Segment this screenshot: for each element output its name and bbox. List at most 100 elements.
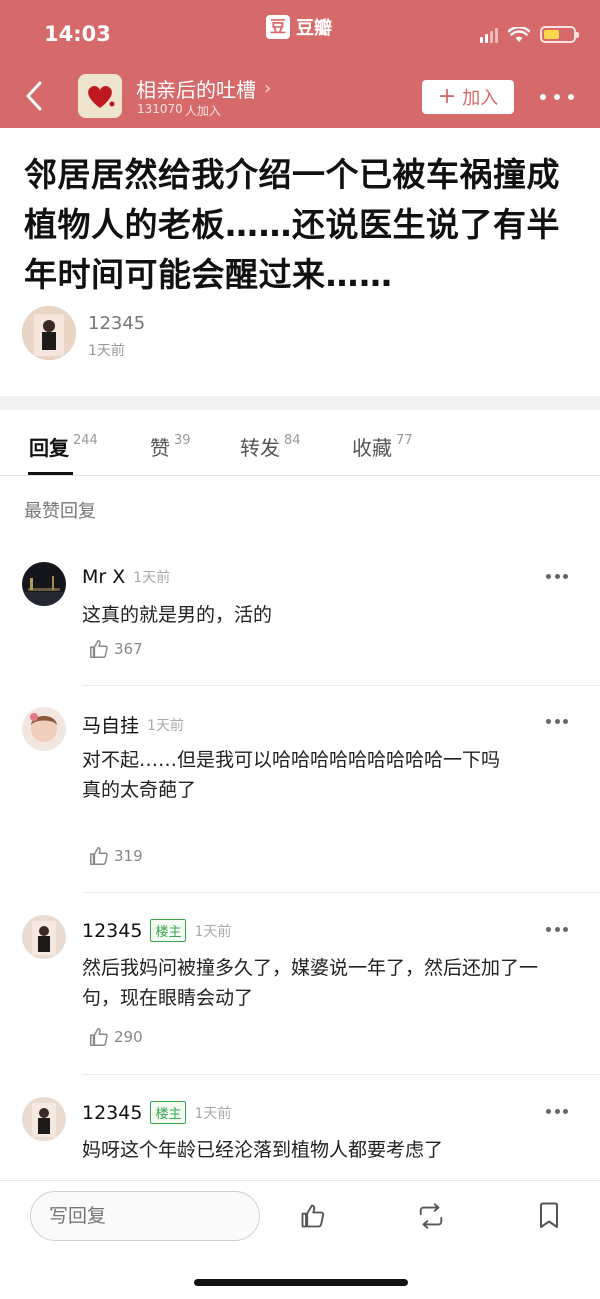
tab-label: 赞 [150, 436, 170, 460]
comment-divider [82, 1074, 600, 1075]
status-app-indicator: 豆 豆瓣 [266, 14, 332, 40]
commenter-name[interactable]: 马自挂 [82, 711, 139, 738]
section-separator [0, 396, 600, 410]
comment-header: 12345 楼主 1天前 [82, 1101, 231, 1124]
comment-time: 1天前 [147, 717, 184, 734]
group-name-link[interactable]: 相亲后的吐槽 › [136, 74, 271, 103]
comment-item: 马自挂 1天前 对不起……但是我可以哈哈哈哈哈哈哈哈哈一下吗 真的太奇葩了 31… [0, 707, 600, 893]
comment-time: 1天前 [194, 923, 232, 940]
tab-label: 回复 [29, 436, 69, 460]
comment-divider [82, 892, 600, 893]
bottom-action-bar [0, 1180, 600, 1299]
top-header: 14:03 豆 豆瓣 相亲后的吐槽 › 131070 人加入 + 加入 [0, 0, 600, 128]
cellular-signal-icon [480, 27, 498, 43]
tab-label: 转发 [240, 436, 280, 460]
thumbs-up-icon [90, 1028, 108, 1046]
person-photo-icon [22, 306, 76, 360]
comment-more-button[interactable] [546, 574, 568, 580]
commenter-avatar[interactable] [22, 707, 66, 751]
join-group-button[interactable]: + 加入 [422, 80, 514, 114]
tab-favorites[interactable]: 收藏 77 [352, 432, 413, 461]
person-photo-icon [22, 915, 66, 959]
comment-text: 对不起……但是我可以哈哈哈哈哈哈哈哈哈一下吗 真的太奇葩了 [82, 749, 501, 801]
comment-time: 1天前 [194, 1105, 232, 1122]
comment-item: Mr X 1天前 这真的就是男的，活的 367 [0, 562, 600, 686]
commenter-name[interactable]: 12345 [82, 1102, 142, 1124]
comment-text: 妈呀这个年龄已经沦落到植物人都要考虑了 [82, 1139, 444, 1161]
night-city-photo-icon [22, 562, 66, 606]
commenter-avatar[interactable] [22, 562, 66, 606]
more-options-button[interactable] [540, 86, 574, 108]
plus-icon: + [437, 84, 457, 109]
comment-header: Mr X 1天前 [82, 566, 170, 588]
tab-count: 77 [396, 433, 413, 448]
commenter-avatar[interactable] [22, 1097, 66, 1141]
heart-icon [78, 74, 122, 118]
like-count: 319 [114, 847, 143, 865]
girl-photo-icon [22, 707, 66, 751]
tab-count: 244 [73, 433, 98, 448]
bookmark-icon [540, 1202, 558, 1228]
comment-like-button[interactable]: 290 [88, 1026, 143, 1048]
tab-label: 收藏 [352, 436, 392, 460]
douban-logo-icon: 豆 [266, 15, 290, 39]
active-tab-indicator [28, 472, 73, 475]
join-label: 加入 [462, 88, 499, 109]
comment-like-button[interactable]: 367 [88, 638, 143, 660]
tab-replies[interactable]: 回复 244 [29, 432, 98, 461]
dot-icon [540, 94, 546, 100]
thumbs-up-icon [90, 640, 108, 658]
dot-icon [568, 94, 574, 100]
repost-button[interactable] [416, 1201, 446, 1231]
group-name: 相亲后的吐槽 [136, 78, 256, 102]
post-time: 1天前 [88, 343, 125, 359]
group-avatar[interactable] [78, 74, 122, 118]
comment-text: 这真的就是男的，活的 [82, 604, 273, 626]
commenter-name[interactable]: 12345 [82, 920, 142, 942]
bookmark-button[interactable] [534, 1201, 564, 1231]
wifi-icon [508, 26, 530, 42]
status-app-name: 豆瓣 [296, 18, 332, 39]
comment-more-button[interactable] [546, 1109, 568, 1115]
battery-icon [540, 26, 579, 43]
status-icons [480, 26, 579, 43]
home-indicator [194, 1279, 408, 1286]
repost-icon [419, 1203, 443, 1229]
op-badge: 楼主 [150, 919, 187, 942]
reply-input[interactable] [30, 1191, 260, 1241]
post-tabs: 回复 244 赞 39 转发 84 收藏 77 [0, 410, 600, 476]
comment-item: 12345 楼主 1天前 妈呀这个年龄已经沦落到植物人都要考虑了 [0, 1097, 600, 1177]
post-author-name[interactable]: 12345 [88, 313, 145, 334]
op-badge: 楼主 [150, 1101, 187, 1124]
like-count: 290 [114, 1028, 143, 1046]
tab-reposts[interactable]: 转发 84 [240, 432, 301, 461]
member-suffix: 人加入 [184, 104, 221, 118]
status-time: 14:03 [44, 22, 111, 46]
comment-header: 12345 楼主 1天前 [82, 919, 231, 942]
tab-count: 39 [174, 433, 191, 448]
comment-header: 马自挂 1天前 [82, 711, 184, 738]
thumbs-up-icon [90, 847, 108, 865]
comment-time: 1天前 [133, 570, 171, 586]
commenter-avatar[interactable] [22, 915, 66, 959]
comment-like-button[interactable]: 319 [88, 845, 143, 867]
chevron-left-icon [26, 81, 42, 111]
comment-text: 然后我妈问被撞多久了，媒婆说一年了，然后还加了一句，现在眼睛会动了 [82, 957, 539, 1009]
author-avatar[interactable] [22, 306, 76, 360]
thumbs-up-icon [301, 1204, 325, 1228]
comment-divider [82, 685, 600, 686]
person-photo-icon [22, 1097, 66, 1141]
comment-more-button[interactable] [546, 927, 568, 933]
comment-more-button[interactable] [546, 719, 568, 725]
chevron-right-icon: › [264, 78, 272, 99]
tab-likes[interactable]: 赞 39 [150, 432, 191, 461]
like-post-button[interactable] [298, 1201, 328, 1231]
tab-count: 84 [284, 433, 301, 448]
member-count: 131070 [137, 102, 183, 116]
post-title: 邻居居然给我介绍一个已被车祸撞成植物人的老板……还说医生说了有半年时间可能会醒过… [24, 155, 560, 294]
top-replies-label: 最赞回复 [24, 501, 96, 522]
like-count: 367 [114, 640, 143, 658]
group-member-count: 131070 人加入 [137, 102, 221, 119]
commenter-name[interactable]: Mr X [82, 566, 125, 588]
back-button[interactable] [20, 80, 48, 112]
